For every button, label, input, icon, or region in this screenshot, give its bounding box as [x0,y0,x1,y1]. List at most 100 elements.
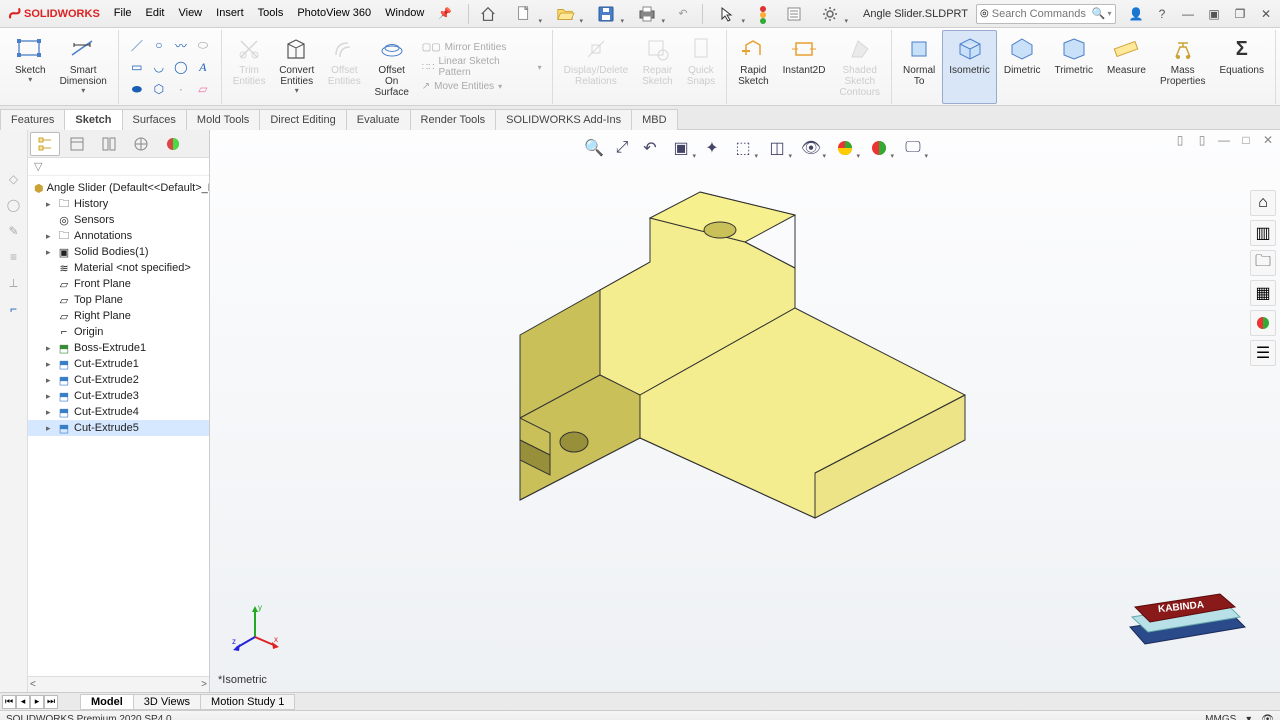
offset-entities-button[interactable]: Offset Entities [321,30,368,104]
tree-solid-bodies[interactable]: ▸▣Solid Bodies(1) [28,244,209,260]
lt-icon-2[interactable]: ◯ [5,196,23,214]
tree-material[interactable]: ≋Material <not specified> [28,260,209,276]
tab-mbd[interactable]: MBD [631,109,677,130]
spline-icon[interactable]: 〰 [171,35,191,55]
rebuild-icon[interactable] [749,2,777,26]
tree-sensors[interactable]: ◎Sensors [28,212,209,228]
menu-photoview[interactable]: PhotoView 360 [291,4,377,23]
dynamic-icon[interactable]: ✦ [700,136,724,160]
move-entities-button[interactable]: ↗Move Entities▾ [422,81,542,92]
tree-top-plane[interactable]: ▱Top Plane [28,292,209,308]
tab-model[interactable]: Model [80,694,134,710]
tree-cut-extrude5[interactable]: ▸⬒Cut-Extrude5 [28,420,209,436]
tab-sketch[interactable]: Sketch [64,109,122,130]
isometric-button[interactable]: Isometric [942,30,997,104]
nav-first-icon[interactable]: ⏮ [2,695,16,709]
arc-icon[interactable]: ◡ [149,57,169,77]
lt-axis-icon[interactable]: ⌐ [5,300,23,318]
tab-evaluate[interactable]: Evaluate [346,109,411,130]
tree-origin[interactable]: ⌐Origin [28,324,209,340]
ellipse-icon[interactable]: ◯ [171,57,191,77]
restore-inner-icon[interactable]: ▣ [1204,4,1224,24]
point-icon[interactable]: · [171,79,191,99]
tree-cut-extrude1[interactable]: ▸⬒Cut-Extrude1 [28,356,209,372]
sketch-button[interactable]: Sketch▾ [8,30,53,104]
tab-surfaces[interactable]: Surfaces [122,109,187,130]
search-commands[interactable]: ◎ 🔍 ▾ [976,4,1116,24]
search-icon[interactable]: 🔍 [1092,7,1106,20]
smart-dimension-button[interactable]: Smart Dimension▾ [53,30,114,104]
menu-insert[interactable]: Insert [210,4,250,23]
line-icon[interactable]: ／ [127,35,147,55]
rapid-sketch-button[interactable]: Rapid Sketch [731,30,776,104]
vp-next-icon[interactable]: ▯ [1194,132,1210,148]
tree-cut-extrude4[interactable]: ▸⬒Cut-Extrude4 [28,404,209,420]
options-doc-icon[interactable] [780,2,808,26]
mass-properties-button[interactable]: Mass Properties [1153,30,1213,104]
tp-library-icon[interactable]: ▥ [1250,220,1276,246]
tp-file-explorer-icon[interactable]: 🗀 [1250,250,1276,276]
fm-property-tab-icon[interactable] [62,132,92,156]
convert-entities-button[interactable]: Convert Entities▾ [272,30,321,104]
zoom-fit-icon[interactable]: 🔍 [582,136,606,160]
slot-icon[interactable]: ⬬ [127,79,147,99]
tab-direct-editing[interactable]: Direct Editing [259,109,346,130]
menu-window[interactable]: Window [379,4,430,23]
dimetric-button[interactable]: Dimetric [997,30,1048,104]
tree-boss-extrude1[interactable]: ▸⬒Boss-Extrude1 [28,340,209,356]
fm-display-tab-icon[interactable] [158,132,188,156]
search-input[interactable] [992,8,1092,20]
text-icon[interactable]: A [193,57,213,77]
tp-custom-props-icon[interactable]: ☰ [1250,340,1276,366]
trimetric-button[interactable]: Trimetric [1048,30,1101,104]
select-icon[interactable]: ▾ [708,2,746,26]
offset-on-surface-button[interactable]: Offset On Surface [368,30,416,104]
section-view-icon[interactable]: ▣▾ [666,136,696,160]
tree-cut-extrude2[interactable]: ▸⬒Cut-Extrude2 [28,372,209,388]
equations-button[interactable]: ΣEquations [1213,30,1271,104]
tree-cut-extrude3[interactable]: ▸⬒Cut-Extrude3 [28,388,209,404]
lt-icon-3[interactable]: ✎ [5,222,23,240]
ellipse-dash-icon[interactable]: ⬭ [193,35,213,55]
user-icon[interactable]: 👤 [1126,4,1146,24]
polygon-icon[interactable]: ⬡ [149,79,169,99]
feature-filter-icon[interactable]: ▽ [28,158,209,176]
help-icon[interactable]: ? [1152,4,1172,24]
new-doc-icon[interactable]: ▾ [505,2,543,26]
save-icon[interactable]: ▾ [587,2,625,26]
scene-icon[interactable]: ▾ [864,136,894,160]
minimize-icon[interactable]: — [1178,4,1198,24]
feature-panel-scrollbar[interactable]: <> [28,676,209,692]
tp-home-icon[interactable]: ⌂ [1250,190,1276,216]
vp-min-icon[interactable]: — [1216,132,1232,148]
display-style-icon[interactable]: ◫▾ [762,136,792,160]
status-units[interactable]: MMGS [1205,714,1236,720]
nav-prev-icon[interactable]: ◂ [16,695,30,709]
repair-sketch-button[interactable]: Repair Sketch [635,30,680,104]
menu-file[interactable]: File [108,4,138,23]
shaded-sketch-button[interactable]: Shaded Sketch Contours [832,30,887,104]
quick-snaps-button[interactable]: Quick Snaps [680,30,722,104]
nav-last-icon[interactable]: ⏭ [44,695,58,709]
measure-button[interactable]: Measure [1100,30,1153,104]
home-icon[interactable] [474,2,502,26]
linear-pattern-button[interactable]: ∷∷Linear Sketch Pattern▾ [422,56,542,78]
tp-view-palette-icon[interactable]: ▦ [1250,280,1276,306]
circle-icon[interactable]: ○ [149,35,169,55]
tab-mold-tools[interactable]: Mold Tools [186,109,260,130]
tab-3d-views[interactable]: 3D Views [133,694,201,710]
vp-max-icon[interactable]: □ [1238,132,1254,148]
menu-edit[interactable]: Edit [140,4,171,23]
mirror-entities-button[interactable]: ▢▢Mirror Entities [422,42,542,53]
menu-view[interactable]: View [172,4,208,23]
close-icon[interactable]: ✕ [1256,4,1276,24]
hide-show-icon[interactable]: 👁▾ [796,136,826,160]
nav-next-icon[interactable]: ▸ [30,695,44,709]
plane-small-icon[interactable]: ▱ [193,79,213,99]
restore-icon[interactable]: ❐ [1230,4,1250,24]
appearance-icon[interactable]: ▾ [830,136,860,160]
tab-features[interactable]: Features [0,109,65,130]
normal-to-button[interactable]: Normal To [896,30,942,104]
trim-entities-button[interactable]: Trim Entities [226,30,273,104]
tree-right-plane[interactable]: ▱Right Plane [28,308,209,324]
